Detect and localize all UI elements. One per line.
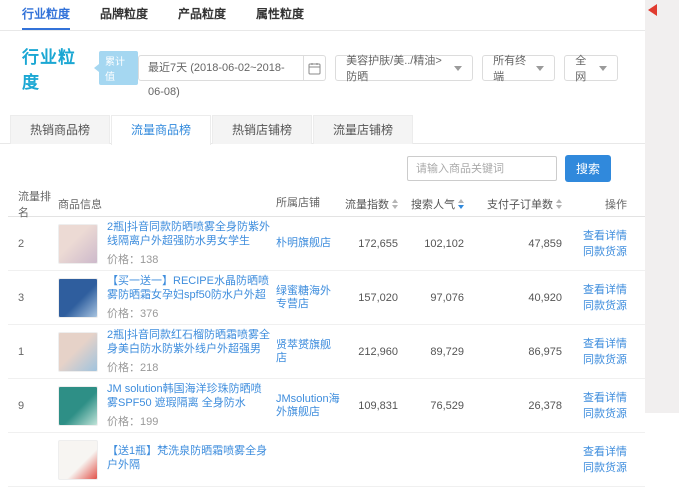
nav-item-attribute[interactable]: 属性粒度 — [256, 0, 304, 30]
category-dropdown[interactable]: 美容护肤/美../精油>防晒 — [335, 55, 473, 81]
traffic-index: 157,020 — [340, 292, 398, 304]
col-header-rank: 流量排名 — [8, 188, 58, 220]
table-row: 3 【买一送一】RECIPE水晶防晒喷雾防晒霜女孕妇spf50防水户外超强 价格… — [8, 271, 645, 325]
tab-hot-shops[interactable]: 热销店铺榜 — [212, 115, 312, 144]
col-header-traffic-label: 流量指数 — [345, 196, 389, 212]
page-right-gutter — [645, 0, 679, 413]
table-row: 2 2瓶|抖音同款防晒喷雾全身防紫外线隔离户外超强防水男女学生 价格：138 朴… — [8, 217, 645, 271]
same-source-link[interactable]: 同款货源 — [562, 460, 627, 476]
product-image[interactable] — [58, 440, 98, 480]
tab-traffic-products[interactable]: 流量商品榜 — [111, 115, 211, 145]
product-image[interactable] — [58, 332, 98, 372]
col-header-orders[interactable]: 支付子订单数 — [464, 196, 562, 212]
scope-dropdown[interactable]: 全网 — [564, 55, 618, 81]
view-detail-link[interactable]: 查看详情 — [562, 282, 627, 298]
product-cell: 2瓶|抖音同款防晒喷雾全身防紫外线隔离户外超强防水男女学生 价格：138 — [58, 220, 276, 267]
nav-item-industry[interactable]: 行业粒度 — [22, 0, 70, 30]
title-row: 行业粒度 累计值 最近7天 (2018-06-02~2018-06-08) 美容… — [0, 31, 645, 103]
date-range-picker[interactable]: 最近7天 (2018-06-02~2018-06-08) — [138, 55, 326, 81]
paid-suborders: 40,920 — [464, 292, 562, 304]
table-row: 【送1瓶】梵洗泉防晒霜喷雾全身户外隔 查看详情 同款货源 — [8, 433, 645, 487]
top-nav: 行业粒度 品牌粒度 产品粒度 属性粒度 — [0, 0, 645, 31]
chevron-down-icon — [599, 66, 607, 75]
main-content: 行业粒度 品牌粒度 产品粒度 属性粒度 行业粒度 累计值 最近7天 (2018-… — [0, 0, 645, 487]
search-popularity: 76,529 — [398, 400, 464, 412]
scope-dropdown-value: 全网 — [575, 52, 593, 84]
product-title-link[interactable]: JM solution韩国海洋珍珠防晒喷雾SPF50 遮瑕隔离 全身防水180m… — [107, 382, 271, 410]
col-header-shop: 所属店铺 — [276, 197, 340, 210]
traffic-index: 212,960 — [340, 346, 398, 358]
view-detail-link[interactable]: 查看详情 — [562, 336, 627, 352]
shop-link[interactable]: JMsolution海外旗舰店 — [276, 393, 340, 419]
search-row: 搜索 — [0, 144, 645, 191]
rank-value: 1 — [8, 346, 58, 358]
search-popularity: 89,729 — [398, 346, 464, 358]
shop-link[interactable]: 贤萃赟旗舰店 — [276, 339, 340, 365]
tab-hot-products[interactable]: 热销商品榜 — [10, 115, 110, 144]
traffic-index: 109,831 — [340, 400, 398, 412]
table-header-row: 流量排名 商品信息 所属店铺 流量指数 搜索人气 支付子订单数 操作 — [8, 191, 645, 217]
col-header-traffic[interactable]: 流量指数 — [340, 196, 398, 212]
search-popularity: 102,102 — [398, 238, 464, 250]
terminal-dropdown[interactable]: 所有终端 — [482, 55, 555, 81]
rank-value: 9 — [8, 400, 58, 412]
view-detail-link[interactable]: 查看详情 — [562, 390, 627, 406]
product-price: 价格：199 — [107, 413, 271, 429]
product-title-link[interactable]: 2瓶|抖音同款红石榴防晒霜喷雾全身美白防水防紫外线户外超强男女 — [107, 328, 271, 356]
shop-link[interactable]: 朴明旗舰店 — [276, 237, 340, 250]
chevron-down-icon — [536, 66, 544, 75]
red-marker-icon — [648, 4, 657, 16]
same-source-link[interactable]: 同款货源 — [562, 244, 627, 260]
product-price: 价格：138 — [107, 251, 271, 267]
col-header-product: 商品信息 — [58, 196, 276, 212]
product-title-link[interactable]: 【送1瓶】梵洗泉防晒霜喷雾全身户外隔 — [107, 444, 271, 472]
nav-item-brand[interactable]: 品牌粒度 — [100, 0, 148, 30]
paid-suborders: 26,378 — [464, 400, 562, 412]
paid-suborders: 86,975 — [464, 346, 562, 358]
search-popularity: 97,076 — [398, 292, 464, 304]
product-cell: 2瓶|抖音同款红石榴防晒霜喷雾全身美白防水防紫外线户外超强男女 价格：218 — [58, 328, 276, 375]
search-button[interactable]: 搜索 — [565, 155, 611, 182]
col-header-search-label: 搜索人气 — [411, 196, 455, 212]
product-cell: 【买一送一】RECIPE水晶防晒喷雾防晒霜女孕妇spf50防水户外超强 价格：3… — [58, 274, 276, 321]
date-range-label[interactable]: 最近7天 (2018-06-02~2018-06-08) — [138, 55, 304, 81]
same-source-link[interactable]: 同款货源 — [562, 406, 627, 422]
col-header-ops: 操作 — [562, 196, 645, 212]
chevron-down-icon — [454, 66, 462, 75]
same-source-link[interactable]: 同款货源 — [562, 298, 627, 314]
nav-item-product[interactable]: 产品粒度 — [178, 0, 226, 30]
view-detail-link[interactable]: 查看详情 — [562, 444, 627, 460]
terminal-dropdown-value: 所有终端 — [493, 52, 530, 84]
calendar-icon[interactable] — [304, 55, 326, 81]
shop-link[interactable]: 绿蜜糖海外专营店 — [276, 285, 340, 311]
traffic-index: 172,655 — [340, 238, 398, 250]
same-source-link[interactable]: 同款货源 — [562, 352, 627, 368]
product-image[interactable] — [58, 386, 98, 426]
product-price: 价格：218 — [107, 359, 271, 375]
col-header-orders-label: 支付子订单数 — [487, 196, 553, 212]
product-image[interactable] — [58, 278, 98, 318]
ranking-table: 流量排名 商品信息 所属店铺 流量指数 搜索人气 支付子订单数 操作 2 — [0, 191, 645, 487]
rank-value: 2 — [8, 238, 58, 250]
col-header-search[interactable]: 搜索人气 — [398, 196, 464, 212]
product-image[interactable] — [58, 224, 98, 264]
rank-value: 3 — [8, 292, 58, 304]
view-detail-link[interactable]: 查看详情 — [562, 228, 627, 244]
table-row: 1 2瓶|抖音同款红石榴防晒霜喷雾全身美白防水防紫外线户外超强男女 价格：218… — [8, 325, 645, 379]
filter-group: 最近7天 (2018-06-02~2018-06-08) 美容护肤/美../精油… — [138, 55, 618, 81]
category-dropdown-value: 美容护肤/美../精油>防晒 — [346, 52, 448, 84]
search-input[interactable] — [407, 156, 557, 181]
stat-type-badge: 累计值 — [99, 51, 138, 85]
product-title-link[interactable]: 2瓶|抖音同款防晒喷雾全身防紫外线隔离户外超强防水男女学生 — [107, 220, 271, 248]
product-cell: JM solution韩国海洋珍珠防晒喷雾SPF50 遮瑕隔离 全身防水180m… — [58, 382, 276, 429]
ranking-tabs: 热销商品榜 流量商品榜 热销店铺榜 流量店铺榜 — [0, 115, 645, 144]
product-cell: 【送1瓶】梵洗泉防晒霜喷雾全身户外隔 — [58, 440, 276, 480]
product-title-link[interactable]: 【买一送一】RECIPE水晶防晒喷雾防晒霜女孕妇spf50防水户外超强 — [107, 274, 271, 302]
tab-traffic-shops[interactable]: 流量店铺榜 — [313, 115, 413, 144]
paid-suborders: 47,859 — [464, 238, 562, 250]
page-title: 行业粒度 — [22, 43, 87, 93]
product-price: 价格：376 — [107, 305, 271, 321]
table-row: 9 JM solution韩国海洋珍珠防晒喷雾SPF50 遮瑕隔离 全身防水18… — [8, 379, 645, 433]
